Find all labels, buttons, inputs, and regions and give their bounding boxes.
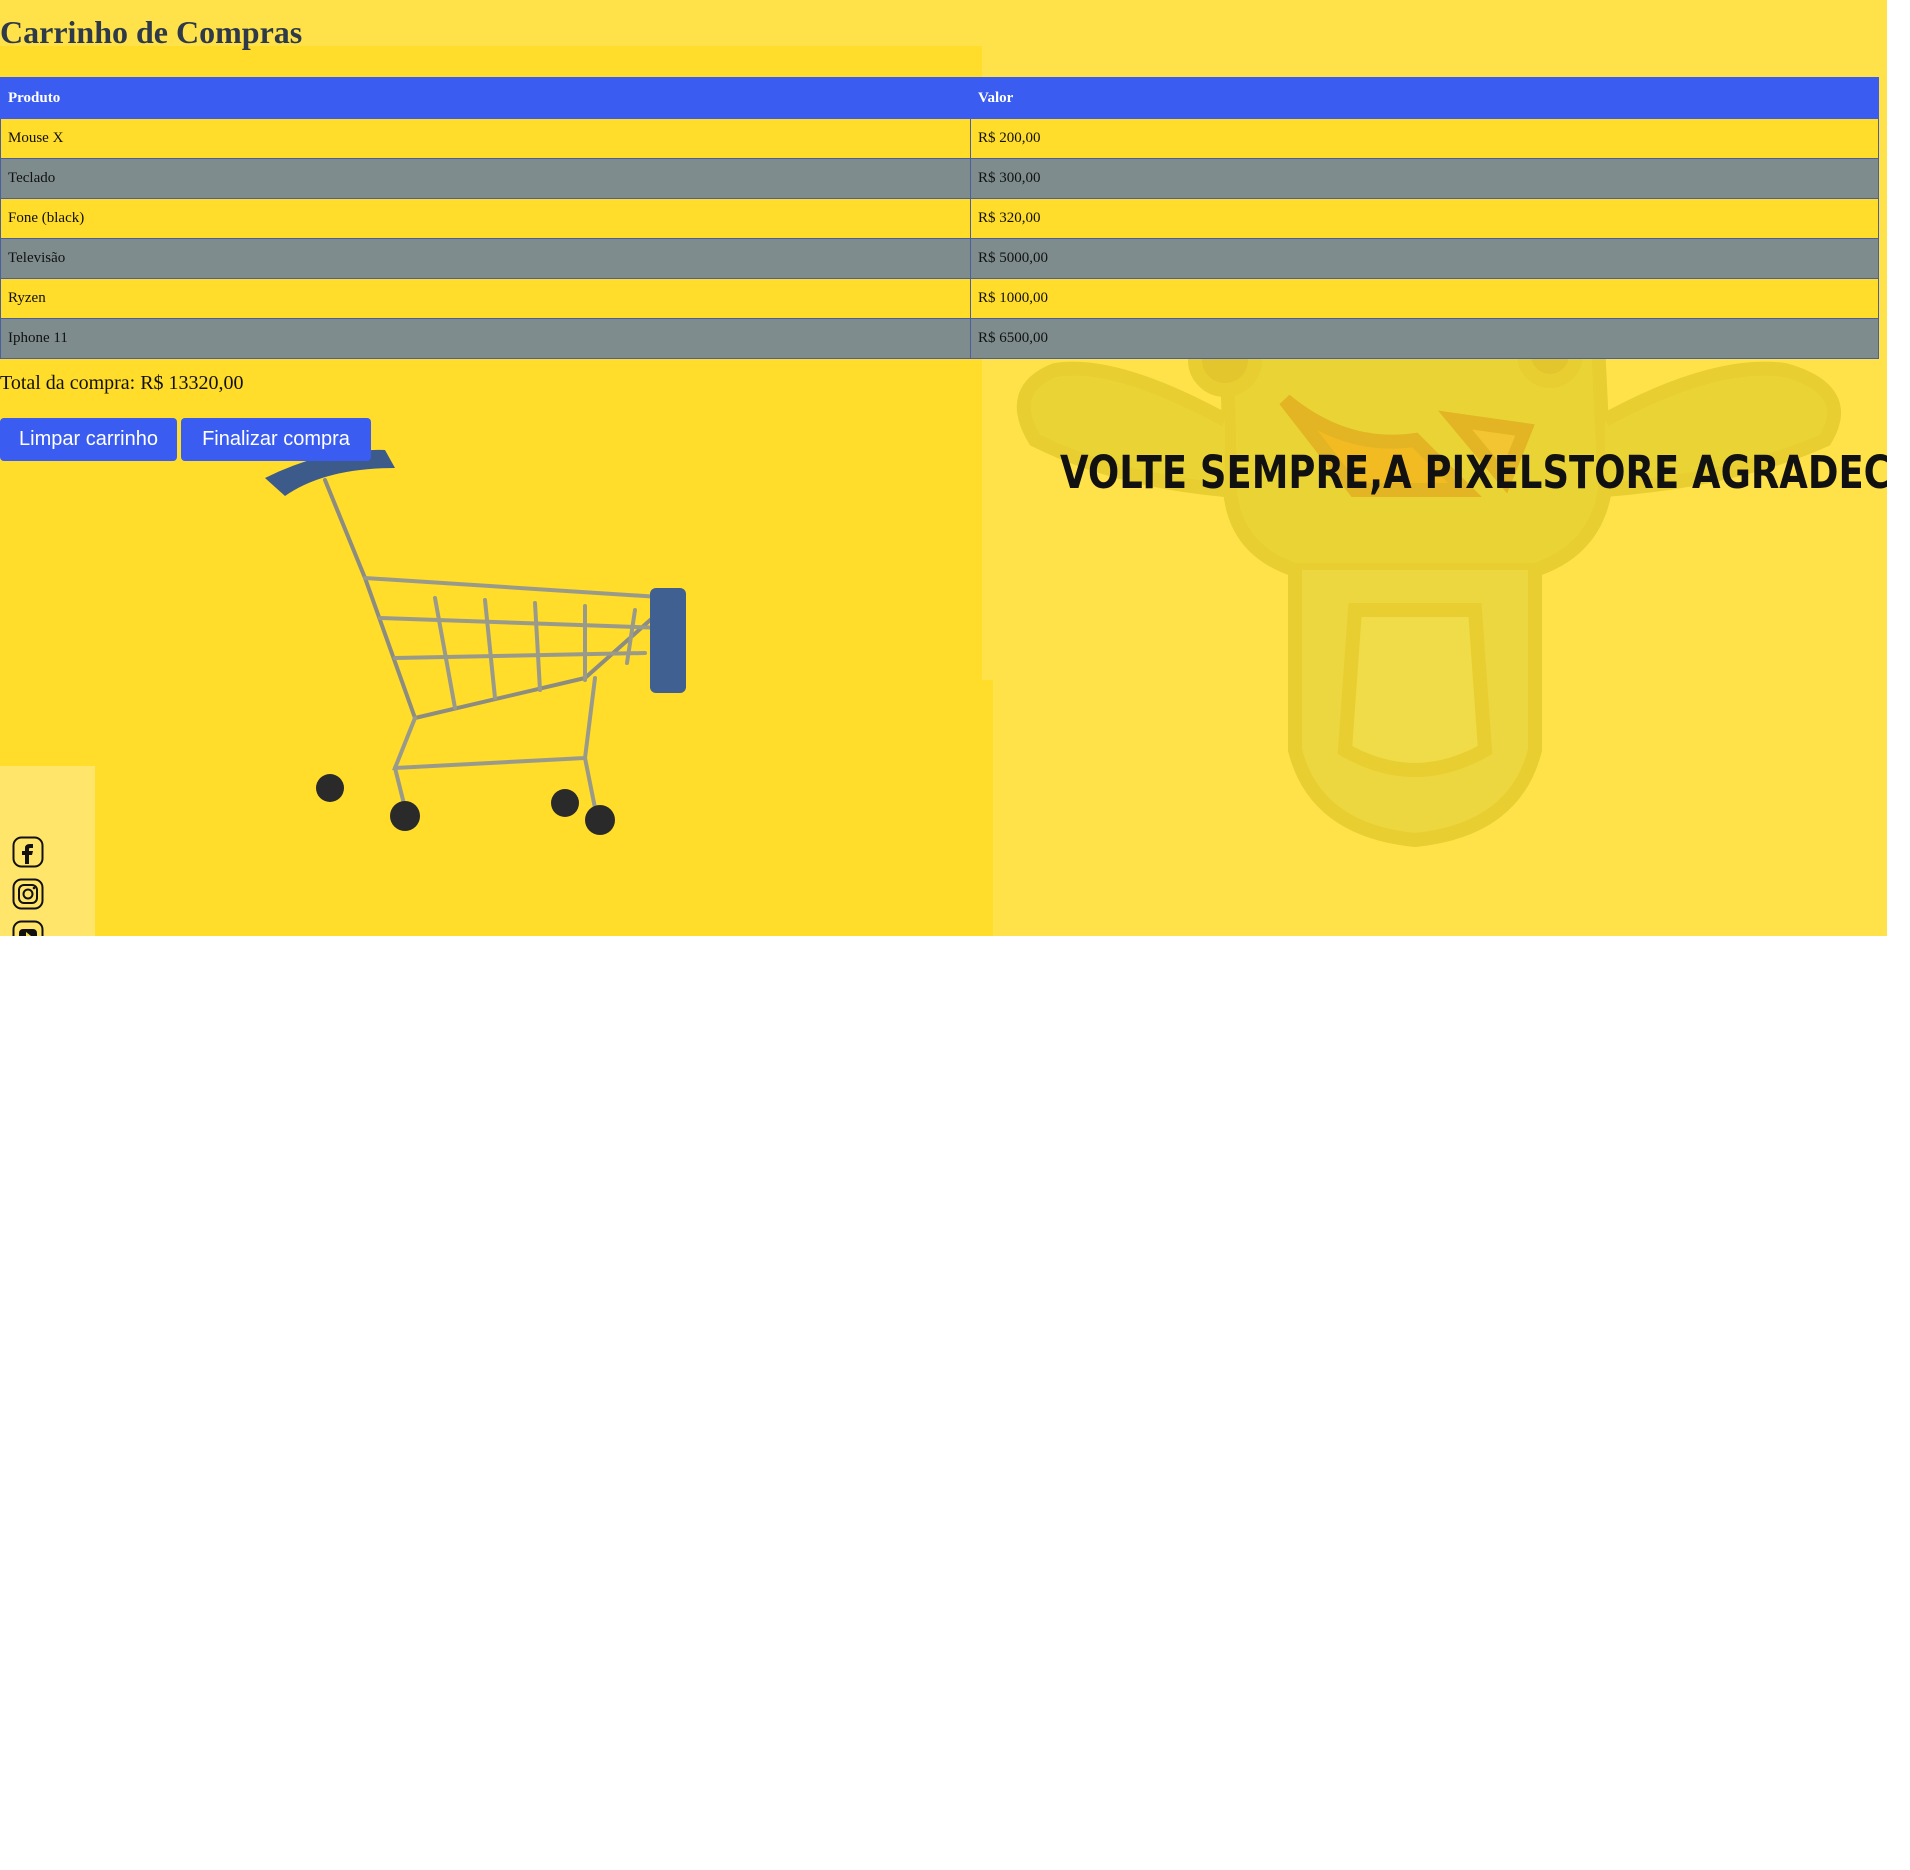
value-cell: R$ 1000,00 (970, 278, 1879, 319)
total-label: Total da compra: R$ 13320,00 (0, 372, 244, 394)
header-product: Produto (0, 77, 971, 119)
header-value: Valor (970, 77, 1879, 119)
product-cell: Televisão (0, 238, 971, 279)
product-cell: Teclado (0, 158, 971, 199)
table-row: Fone (black) R$ 320,00 (0, 198, 1879, 239)
product-cell: Ryzen (0, 278, 971, 319)
table-header-row: Produto Valor (0, 77, 1879, 119)
table-row: Televisão R$ 5000,00 (0, 238, 1879, 279)
value-cell: R$ 320,00 (970, 198, 1879, 239)
facebook-icon[interactable] (12, 836, 44, 868)
cart-table: Produto Valor Mouse X R$ 200,00 Teclado … (0, 77, 1879, 359)
value-cell: R$ 6500,00 (970, 318, 1879, 359)
youtube-icon[interactable] (12, 920, 44, 936)
product-cell: Fone (black) (0, 198, 971, 239)
table-row: Mouse X R$ 200,00 (0, 118, 1879, 159)
table-row: Teclado R$ 300,00 (0, 158, 1879, 199)
shopping-cart-image (265, 449, 686, 835)
table-row: Iphone 11 R$ 6500,00 (0, 318, 1879, 359)
value-cell: R$ 5000,00 (970, 238, 1879, 279)
instagram-icon[interactable] (12, 878, 44, 910)
thanks-message: VOLTE SEMPRE,A PIXELSTORE AGRADECE! (1060, 446, 1887, 499)
value-cell: R$ 300,00 (970, 158, 1879, 199)
product-cell: Iphone 11 (0, 318, 971, 359)
finish-purchase-button[interactable]: Finalizar compra (181, 418, 371, 461)
value-cell: R$ 200,00 (970, 118, 1879, 159)
product-cell: Mouse X (0, 118, 971, 159)
page-title: Carrinho de Compras (0, 14, 303, 50)
page-background: Carrinho de Compras Produto Valor Mouse … (0, 0, 1887, 936)
table-row: Ryzen R$ 1000,00 (0, 278, 1879, 319)
clear-cart-button[interactable]: Limpar carrinho (0, 418, 177, 461)
